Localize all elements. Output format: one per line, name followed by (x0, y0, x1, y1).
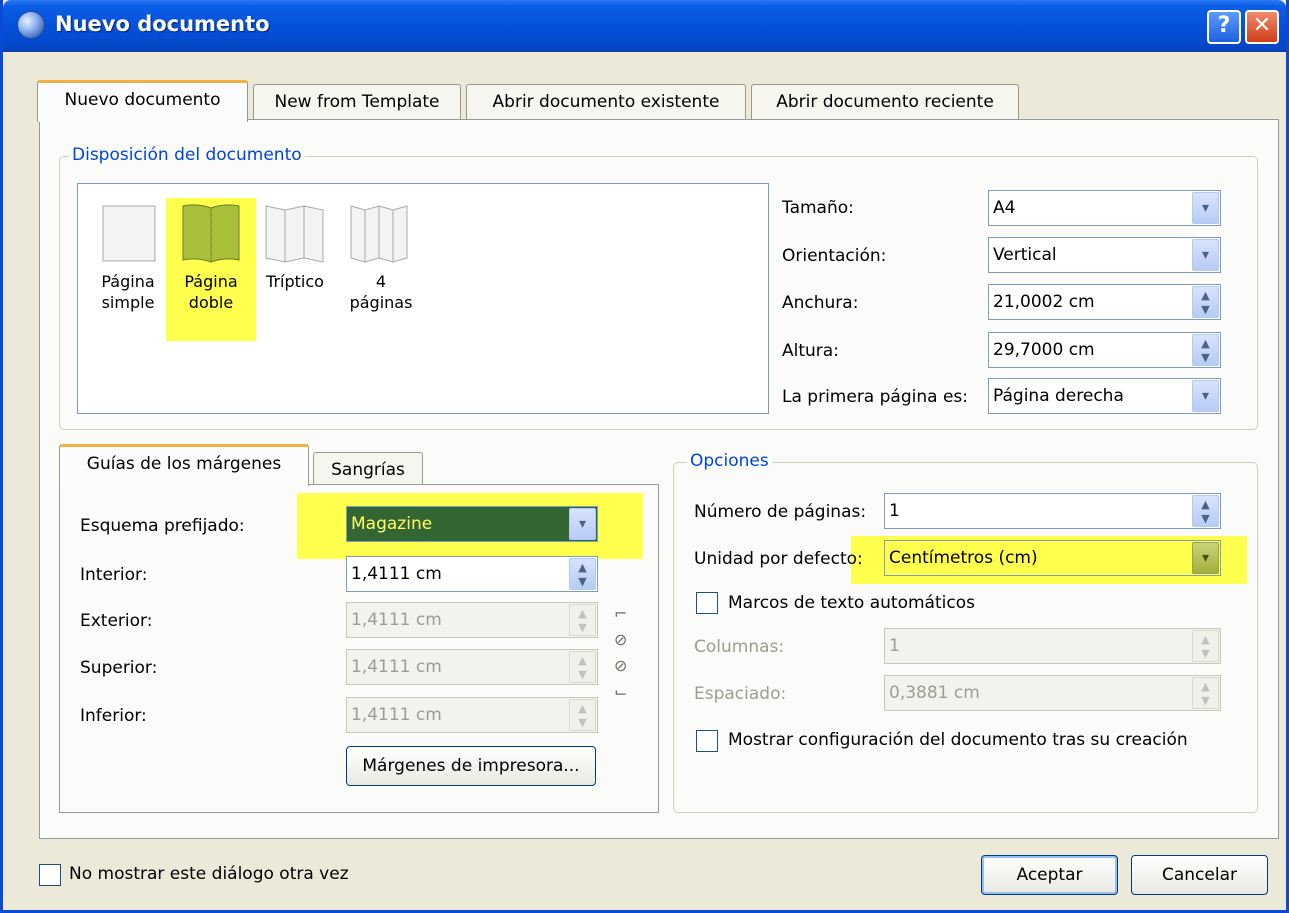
height-value: 29,7000 cm (993, 340, 1095, 360)
columns-label: Columnas: (694, 637, 785, 657)
top-label: Superior: (80, 658, 158, 678)
unit-select[interactable]: Centímetros (cm) ▾ (884, 540, 1221, 576)
height-stepper[interactable]: 29,7000 cm ▲ ▼ (988, 332, 1221, 368)
columns-stepper: 1 ▲ ▼ (884, 628, 1221, 664)
layout-picker[interactable]: Página simple Página doble Tríptico 4 pá… (77, 183, 769, 414)
size-label: Tamaño: (782, 198, 854, 218)
inner-stepper[interactable]: 1,4111 cm ▲ ▼ (346, 556, 598, 592)
pages-label: Número de páginas: (694, 502, 867, 522)
spacing-stepper: 0,3881 cm ▲ ▼ (884, 675, 1221, 711)
tab-new-from-template[interactable]: New from Template (253, 84, 461, 120)
four-pages-icon[interactable] (349, 202, 411, 264)
outer-value: 1,4111 cm (351, 610, 442, 630)
auto-frames-checkbox[interactable] (696, 592, 718, 614)
printer-margins-button[interactable]: Márgenes de impresora... (346, 746, 596, 786)
spin-arrows-icon: ▲ ▼ (569, 651, 596, 683)
inner-label: Interior: (80, 565, 148, 585)
width-stepper[interactable]: 21,0002 cm ▲ ▼ (988, 284, 1221, 320)
spin-arrows-icon: ▲ ▼ (569, 699, 596, 731)
triptych-label[interactable]: Tríptico (254, 271, 336, 292)
tab-open-recent[interactable]: Abrir documento reciente (751, 84, 1019, 120)
spin-arrows-icon[interactable]: ▲ ▼ (1192, 286, 1219, 318)
orientation-value: Vertical (993, 245, 1057, 265)
bottom-value: 1,4111 cm (351, 705, 442, 725)
chevron-down-icon[interactable]: ▾ (1192, 542, 1219, 574)
bottom-label: Inferior: (80, 706, 147, 726)
inner-value: 1,4111 cm (351, 564, 442, 584)
four-pages-label[interactable]: 4 páginas (340, 271, 422, 313)
app-logo-icon (17, 11, 45, 39)
document-layout-title: Disposición del documento (69, 145, 305, 165)
help-button[interactable]: ? (1207, 10, 1241, 44)
link-margins-icon[interactable]: ⌐ ⊘ ⊘ ⌙ (614, 601, 627, 705)
new-document-dialog: Nuevo documento ? ✕ Nuevo documento New … (0, 0, 1289, 913)
chevron-down-icon[interactable]: ▾ (1192, 239, 1219, 271)
width-value: 21,0002 cm (993, 292, 1095, 312)
tab-new-document[interactable]: Nuevo documento (37, 80, 248, 122)
first-page-value: Página derecha (993, 386, 1124, 406)
pages-value: 1 (889, 501, 900, 521)
options-title: Opciones (687, 451, 772, 471)
outer-stepper: 1,4111 cm ▲ ▼ (346, 602, 598, 638)
unit-value: Centímetros (cm) (889, 548, 1038, 568)
top-value: 1,4111 cm (351, 657, 442, 677)
window-title: Nuevo documento (55, 12, 270, 36)
top-stepper: 1,4111 cm ▲ ▼ (346, 649, 598, 685)
spin-arrows-icon: ▲ ▼ (1192, 630, 1219, 662)
size-value: A4 (993, 198, 1016, 218)
spacing-label: Espaciado: (694, 684, 787, 704)
spin-arrows-icon[interactable]: ▲ ▼ (569, 558, 596, 590)
double-page-icon[interactable] (181, 202, 241, 264)
unit-label: Unidad por defecto: (694, 549, 863, 569)
spin-arrows-icon[interactable]: ▲ ▼ (1192, 334, 1219, 366)
first-page-label: La primera página es: (782, 387, 968, 407)
single-page-icon[interactable] (102, 205, 158, 263)
outer-label: Exterior: (80, 611, 153, 631)
preset-label: Esquema prefijado: (80, 516, 245, 536)
spin-arrows-icon[interactable]: ▲ ▼ (1192, 495, 1219, 527)
close-button[interactable]: ✕ (1245, 10, 1279, 44)
orientation-select[interactable]: Vertical ▾ (988, 237, 1221, 273)
triptych-icon[interactable] (264, 202, 326, 264)
spin-arrows-icon: ▲ ▼ (569, 604, 596, 636)
first-page-select[interactable]: Página derecha ▾ (988, 378, 1221, 414)
show-settings-label[interactable]: Mostrar configuración del documento tras… (728, 730, 1188, 750)
orientation-label: Orientación: (782, 246, 887, 266)
pages-stepper[interactable]: 1 ▲ ▼ (884, 493, 1221, 529)
bottom-stepper: 1,4111 cm ▲ ▼ (346, 697, 598, 733)
chevron-down-icon[interactable]: ▾ (1192, 192, 1219, 224)
spin-arrows-icon: ▲ ▼ (1192, 677, 1219, 709)
dont-show-label[interactable]: No mostrar este diálogo otra vez (69, 864, 349, 884)
tab-margin-guides[interactable]: Guías de los márgenes (59, 444, 309, 486)
width-label: Anchura: (782, 293, 859, 313)
cancel-button[interactable]: Cancelar (1131, 855, 1268, 895)
preset-value: Magazine (351, 514, 433, 534)
spacing-value: 0,3881 cm (889, 683, 980, 703)
preset-select[interactable]: Magazine ▾ (346, 506, 598, 542)
single-page-label[interactable]: Página simple (82, 271, 174, 313)
tab-indents[interactable]: Sangrías (313, 452, 423, 488)
size-select[interactable]: A4 ▾ (988, 190, 1221, 226)
height-label: Altura: (782, 341, 839, 361)
columns-value: 1 (889, 636, 900, 656)
title-bar[interactable]: Nuevo documento ? ✕ (3, 0, 1286, 52)
chevron-down-icon[interactable]: ▾ (1192, 380, 1219, 412)
chevron-down-icon[interactable]: ▾ (569, 508, 596, 540)
double-page-label[interactable]: Página doble (168, 271, 254, 313)
tab-open-existing[interactable]: Abrir documento existente (466, 84, 746, 120)
show-settings-checkbox[interactable] (696, 730, 718, 752)
ok-button[interactable]: Aceptar (981, 855, 1118, 895)
dont-show-checkbox[interactable] (39, 864, 61, 886)
auto-frames-label[interactable]: Marcos de texto automáticos (728, 593, 975, 613)
